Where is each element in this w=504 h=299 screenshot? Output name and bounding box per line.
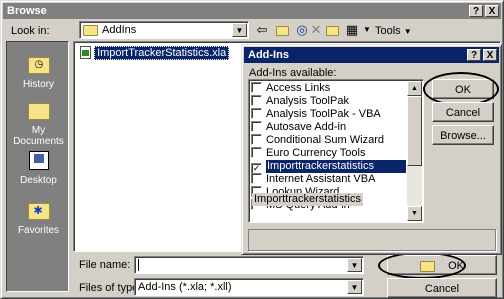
favorites-icon: ✱ xyxy=(26,200,52,222)
highlight-ellipse xyxy=(378,252,466,279)
files-of-type-value: Add-Ins (*.xla; *.xll) xyxy=(138,281,232,293)
files-of-type-dropdown[interactable]: Add-Ins (*.xla; *.xll) ▼ xyxy=(134,278,364,296)
xla-file-icon xyxy=(80,46,91,59)
look-in-value: AddIns xyxy=(102,24,137,36)
checkbox[interactable] xyxy=(251,95,262,106)
checkbox[interactable] xyxy=(251,82,262,93)
addins-dialog: Add-Ins ? X Add-Ins available: Access Li… xyxy=(241,44,502,255)
list-item-selected[interactable]: ✓ Importtrackerstatistics xyxy=(251,160,406,174)
addins-title-bar: Add-Ins ? X xyxy=(244,47,499,63)
file-name-field[interactable]: ▼ xyxy=(134,256,364,274)
place-favorites[interactable]: ✱ Favorites xyxy=(7,200,70,236)
browse-title: Browse xyxy=(7,5,47,17)
list-item[interactable]: Analysis ToolPak - VBA xyxy=(251,108,381,121)
browse-title-bar: Browse ? X xyxy=(3,3,501,19)
description-group xyxy=(248,229,496,251)
file-item-label: ImportTrackerStatistics.xla xyxy=(94,46,230,60)
places-bar: ◷ History My Documents Desktop ✱ Favorit… xyxy=(6,41,69,292)
chevron-down-icon[interactable]: ▼ xyxy=(347,258,362,272)
scroll-up-icon[interactable]: ▲ xyxy=(407,81,422,96)
place-my-documents[interactable]: My Documents xyxy=(7,100,70,147)
addins-close-button[interactable]: X xyxy=(483,49,497,61)
chevron-down-icon[interactable]: ▼ xyxy=(347,280,362,294)
list-item[interactable]: Euro Currency Tools xyxy=(251,147,365,160)
checkbox[interactable] xyxy=(251,173,262,184)
history-icon: ◷ xyxy=(26,54,52,76)
checkbox[interactable] xyxy=(251,121,262,132)
file-item[interactable]: ImportTrackerStatistics.xla xyxy=(80,46,230,60)
place-history[interactable]: ◷ History xyxy=(7,54,70,90)
tools-label: Tools xyxy=(375,25,401,37)
scroll-down-icon[interactable]: ▼ xyxy=(407,206,422,221)
place-desktop[interactable]: Desktop xyxy=(7,150,70,186)
new-folder-icon[interactable] xyxy=(323,21,341,39)
back-icon[interactable]: ⇦ xyxy=(253,21,271,39)
my-documents-icon xyxy=(26,100,52,122)
browse-cancel-button[interactable]: Cancel xyxy=(387,278,497,298)
browse-close-button[interactable]: X xyxy=(485,5,499,17)
list-item[interactable]: Conditional Sum Wizard xyxy=(251,134,384,147)
addins-title: Add-Ins xyxy=(248,49,289,61)
scroll-thumb[interactable] xyxy=(407,96,422,166)
checkbox[interactable] xyxy=(251,108,262,119)
checkbox[interactable] xyxy=(251,134,262,145)
views-dropdown-icon[interactable]: ▼ xyxy=(358,21,376,39)
checkbox[interactable] xyxy=(251,147,262,158)
chevron-down-icon[interactable]: ▼ xyxy=(232,23,247,37)
vertical-scrollbar[interactable]: ▲ ▼ xyxy=(407,81,422,221)
tools-menu[interactable]: Tools ▼ xyxy=(375,25,412,38)
addins-browse-button[interactable]: Browse... xyxy=(432,125,494,145)
look-in-label: Look in: xyxy=(11,25,50,37)
description-title: Importtrackerstatistics xyxy=(252,193,363,206)
chevron-down-icon: ▼ xyxy=(403,27,412,36)
list-item[interactable]: Analysis ToolPak xyxy=(251,95,349,108)
file-name-label: File name: xyxy=(79,259,131,271)
look-in-dropdown[interactable]: AddIns ▼ xyxy=(79,21,249,39)
files-of-type-label: Files of type: xyxy=(79,282,142,294)
browse-help-button[interactable]: ? xyxy=(469,5,483,17)
addins-cancel-button[interactable]: Cancel xyxy=(432,102,494,122)
list-item[interactable]: Internet Assistant VBA xyxy=(251,173,375,186)
list-item[interactable]: Autosave Add-in xyxy=(251,121,346,134)
up-folder-icon[interactable] xyxy=(273,21,291,39)
list-item[interactable]: Access Links xyxy=(251,82,330,95)
highlight-ellipse xyxy=(423,72,499,106)
desktop-icon xyxy=(26,150,52,172)
folder-icon xyxy=(83,25,98,36)
addins-help-button[interactable]: ? xyxy=(467,49,481,61)
